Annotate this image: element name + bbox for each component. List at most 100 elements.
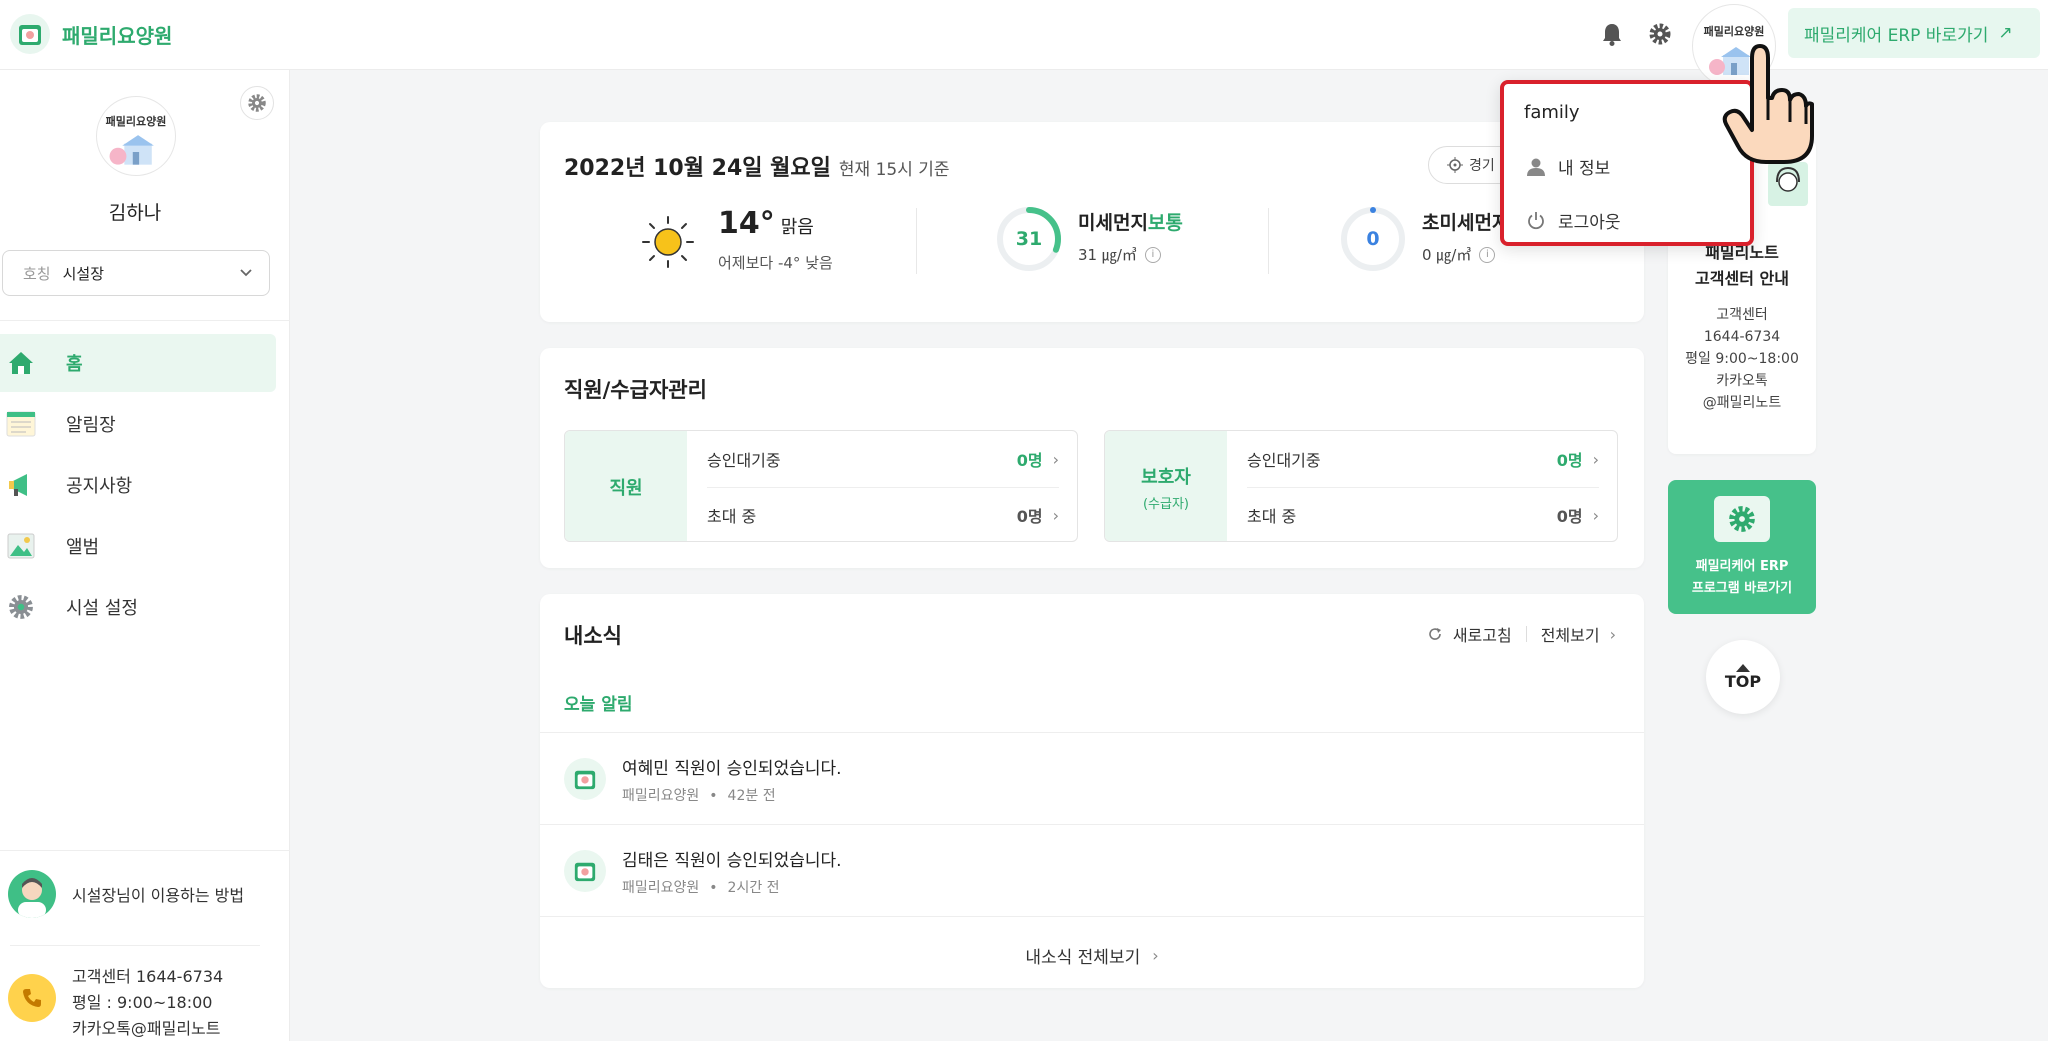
nav-item-facility-settings[interactable]: 시설 설정 <box>0 578 276 636</box>
nav-label-notice: 공지사항 <box>66 476 133 497</box>
divider <box>540 916 1644 917</box>
howto-link[interactable]: 시설장님이 이용하는 방법 <box>8 870 244 918</box>
guardian-invited-row[interactable]: 초대 중 0명 › <box>1247 487 1599 541</box>
cs-line: @패밀리노트 <box>1702 395 1782 411</box>
chevron-right-icon: › <box>1592 505 1599 525</box>
row-count: 0명 <box>1556 451 1583 470</box>
erp-program-label: 패밀리케어 ERP 프로그램 바로가기 <box>1668 556 1816 600</box>
divider <box>1268 208 1269 274</box>
brand[interactable]: 패밀리요양원 <box>10 14 172 54</box>
news-all-link[interactable]: 내소식 전체보기 › <box>540 930 1644 980</box>
info-icon[interactable]: i <box>1144 246 1161 263</box>
support-hours: 평일 : 9:00~18:00 <box>72 993 213 1012</box>
facility-avatar-label: 패밀리요양원 <box>105 115 167 128</box>
news-item-time: 2시간 전 <box>727 879 780 896</box>
chevron-right-icon: › <box>1152 945 1159 965</box>
nav-item-album[interactable]: 앨범 <box>0 517 276 575</box>
user-icon <box>1527 158 1545 176</box>
logout-label: 로그아웃 <box>1558 213 1621 233</box>
erp-line2: 프로그램 바로가기 <box>1691 581 1793 596</box>
location-label: 경기 <box>1469 158 1495 174</box>
row-label: 승인대기중 <box>1247 451 1321 470</box>
fine-dust-value: 31 <box>1015 228 1043 250</box>
employee-invited-row[interactable]: 초대 중 0명 › <box>707 487 1059 541</box>
row-count: 0명 <box>1016 507 1043 526</box>
nav-item-notebook[interactable]: 알림장 <box>0 395 276 453</box>
external-arrow-icon: ↗ <box>1998 23 2013 43</box>
user-name: 김하나 <box>108 202 162 224</box>
notebook-icon <box>6 409 36 439</box>
view-all-button[interactable]: 전체보기 <box>1541 622 1600 646</box>
refresh-icon[interactable] <box>1427 626 1443 642</box>
ultra-dust-gauge: 0 <box>1340 206 1406 272</box>
temperature: 14° 맑음 <box>718 206 814 241</box>
divider <box>0 850 290 851</box>
guide-avatar-icon <box>8 870 56 918</box>
bell-icon[interactable] <box>1596 18 1628 50</box>
fine-dust-gauge: 31 <box>996 206 1062 272</box>
home-icon <box>6 348 36 378</box>
row-count: 0명 <box>1556 507 1583 526</box>
staff-management-card: 직원/수급자관리 직원 승인대기중 0명 › 초대 중 0명 › 보호자 (수급… <box>540 348 1644 568</box>
facility-logo-icon <box>564 758 606 800</box>
chevron-right-icon: › <box>1052 449 1059 469</box>
divider <box>540 732 1644 733</box>
info-icon[interactable]: i <box>1479 246 1496 263</box>
news-item-time: 42분 전 <box>727 787 776 804</box>
fine-dust-measure: 31 ㎍/㎥ i <box>1078 244 1161 265</box>
photo-icon <box>6 531 36 561</box>
row-count: 0명 <box>1016 451 1043 470</box>
support-info: 고객센터 1644-6734 평일 : 9:00~18:00 카카오톡@패밀리노… <box>8 964 223 1041</box>
weather-date-line: 2022년 10월 24일 월요일 현재 15시 기준 <box>564 150 950 182</box>
brand-name: 패밀리요양원 <box>62 23 173 48</box>
cs-line: 카카오톡 <box>1716 373 1768 389</box>
chevron-right-icon: › <box>1609 624 1616 644</box>
fine-dust-label: 미세먼지 <box>1078 212 1148 234</box>
divider <box>0 320 290 321</box>
power-icon <box>1528 211 1544 229</box>
howto-label: 시설장님이 이용하는 방법 <box>72 886 245 905</box>
news-item[interactable]: 여혜민 직원이 승인되었습니다. 패밀리요양원 • 42분 전 <box>564 734 1624 824</box>
erp-shortcut-button[interactable]: 패밀리케어 ERP 바로가기 ↗ <box>1788 8 2040 58</box>
news-title: 내소식 <box>564 624 622 648</box>
weather-date: 2022년 10월 24일 월요일 <box>564 156 831 181</box>
news-card: 내소식 새로고침 전체보기 › 오늘 알림 여혜민 직원이 승인되었습니다. 패… <box>540 594 1644 988</box>
profile-settings-gear-icon[interactable] <box>240 86 274 120</box>
my-info-menu-item[interactable]: 내 정보 <box>1526 154 1610 179</box>
employee-box: 직원 승인대기중 0명 › 초대 중 0명 › <box>564 430 1078 542</box>
ultra-dust-measure: 0 ㎍/㎥ i <box>1422 244 1496 265</box>
nav-label-album: 앨범 <box>66 537 100 558</box>
phone-icon <box>8 974 56 1022</box>
weather-condition: 맑음 <box>780 217 814 238</box>
row-label: 초대 중 <box>1247 507 1297 526</box>
news-item-meta: 패밀리요양원 • 42분 전 <box>622 787 776 804</box>
fine-dust-level: 보통 <box>1147 212 1183 234</box>
nav-item-home[interactable]: 홈 <box>0 334 276 392</box>
news-actions: 새로고침 전체보기 › <box>1427 622 1616 646</box>
title-select[interactable]: 호칭 시설장 <box>2 250 270 296</box>
temperature-comparison: 어제보다 -4° 낮음 <box>718 254 833 272</box>
scroll-top-button[interactable]: TOP <box>1706 640 1780 714</box>
caret-up-icon <box>1736 663 1750 672</box>
news-item-meta: 패밀리요양원 • 2시간 전 <box>622 879 780 896</box>
sidebar: 패밀리요양원 김하나 호칭 시설장 홈 알림장 공지사항 앨범 시설 설정 시설… <box>0 70 290 1041</box>
erp-program-button[interactable]: 패밀리케어 ERP 프로그램 바로가기 <box>1668 480 1816 614</box>
news-item[interactable]: 김태은 직원이 승인되었습니다. 패밀리요양원 • 2시간 전 <box>564 826 1624 916</box>
news-all-label: 내소식 전체보기 <box>1025 947 1141 968</box>
gear-icon <box>6 592 36 622</box>
employee-label-text: 직원 <box>609 478 643 499</box>
logout-menu-item[interactable]: 로그아웃 <box>1526 208 1621 233</box>
dropdown-username: family <box>1524 102 1580 123</box>
guardian-sub-label: (수급자) <box>1142 496 1190 512</box>
support-kakao: 카카오톡@패밀리노트 <box>72 1019 221 1038</box>
weather-basis: 현재 15시 기준 <box>838 160 950 180</box>
guardian-label: 보호자 (수급자) <box>1105 431 1227 541</box>
refresh-button[interactable]: 새로고침 <box>1453 622 1512 646</box>
nav-item-notice[interactable]: 공지사항 <box>0 456 276 514</box>
employee-pending-row[interactable]: 승인대기중 0명 › <box>707 431 1059 487</box>
facility-avatar: 패밀리요양원 <box>96 96 176 176</box>
settings-gear-icon[interactable] <box>1644 18 1676 50</box>
guardian-pending-row[interactable]: 승인대기중 0명 › <box>1247 431 1599 487</box>
hand-cursor-icon <box>1722 44 1814 164</box>
megaphone-icon <box>6 470 36 500</box>
